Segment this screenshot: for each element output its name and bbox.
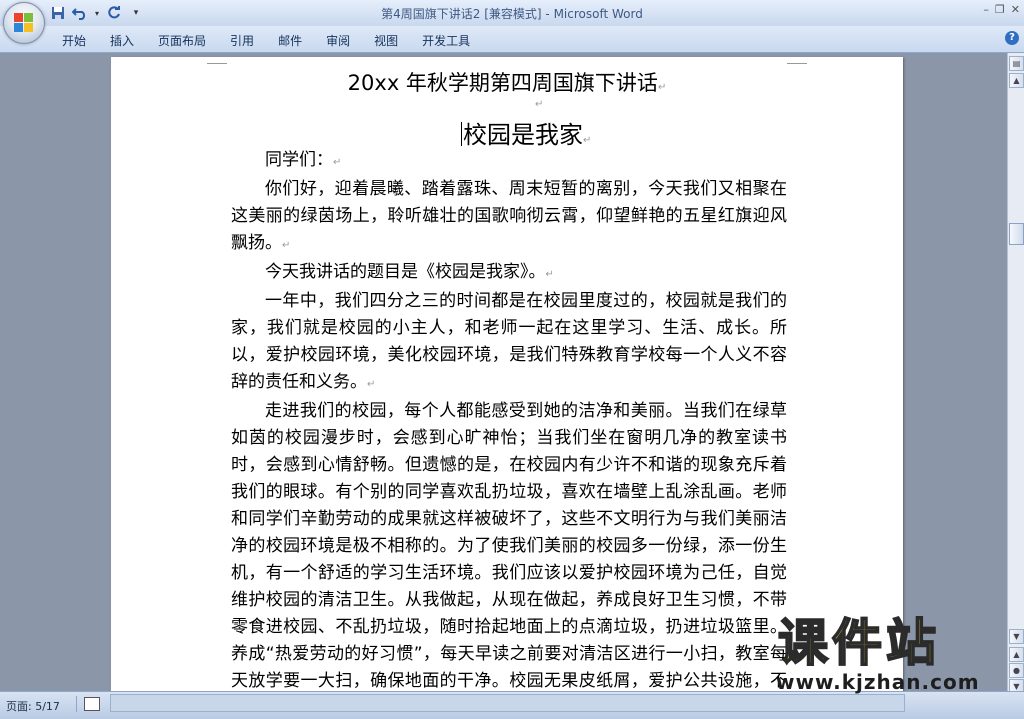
status-divider <box>76 696 77 712</box>
scroll-thumb[interactable] <box>1009 223 1024 245</box>
page-count[interactable]: 页面: 5/17 <box>6 698 60 714</box>
scroll-up-icon[interactable]: ▲ <box>1009 73 1024 88</box>
paragraph: 你们好，迎着晨曦、踏着露珠、周末短暂的离别，今天我们又相聚在这美丽的绿茵场上，聆… <box>231 176 787 259</box>
scroll-down-icon[interactable]: ▼ <box>1009 629 1024 644</box>
tab-view[interactable]: 视图 <box>362 32 410 49</box>
paragraph: 走进我们的校园，每个人都能感受到她的洁净和美丽。当我们在绿草如茵的校园漫步时，会… <box>231 398 787 691</box>
tab-references[interactable]: 引用 <box>218 32 266 49</box>
horizontal-scrollbar[interactable] <box>110 694 905 712</box>
title-bar: ▾ ▾ 第4周国旗下讲话2 [兼容模式] - Microsoft Word – … <box>0 0 1024 44</box>
document-title-text: 20xx 年秋学期第四周国旗下讲话 <box>347 71 658 95</box>
restore-icon[interactable]: ❐ <box>995 3 1005 16</box>
document-area: 20xx 年秋学期第四周国旗下讲话↵ ↵ 校园是我家↵ 同学们：↵ 你们好，迎着… <box>0 53 1007 691</box>
status-bar: 页面: 5/17 <box>0 691 1024 719</box>
tab-list: 开始 插入 页面布局 引用 邮件 审阅 视图 开发工具 <box>50 32 482 49</box>
document-body: 同学们：↵ 你们好，迎着晨曦、踏着露珠、周末短暂的离别，今天我们又相聚在这美丽的… <box>231 147 787 691</box>
tab-developer[interactable]: 开发工具 <box>410 32 482 49</box>
office-logo-icon <box>14 13 34 33</box>
vertical-scrollbar[interactable]: ▤ ▲ ▼ ▲ ● ▼ <box>1007 53 1024 694</box>
watermark-url: www.kjzhan.com <box>776 670 980 694</box>
ruler-toggle-icon[interactable]: ▤ <box>1009 56 1024 71</box>
tab-home[interactable]: 开始 <box>50 32 98 49</box>
paragraph: 同学们：↵ <box>231 147 787 176</box>
help-icon[interactable]: ? <box>1005 31 1019 45</box>
tab-insert[interactable]: 插入 <box>98 32 146 49</box>
document-subtitle-text: 校园是我家 <box>463 121 583 149</box>
paragraph-mark: ↵ <box>583 135 592 146</box>
paragraph-mark: ↵ <box>657 82 667 93</box>
paragraph-mark: ↵ <box>367 379 376 390</box>
paragraph-mark: ↵ <box>545 269 554 280</box>
ribbon-tabs: 开始 插入 页面布局 引用 邮件 审阅 视图 开发工具 ? <box>0 26 1024 53</box>
previous-page-icon[interactable]: ▲ <box>1009 647 1024 662</box>
paragraph-text: 同学们： <box>265 150 333 170</box>
paragraph-text: 今天我讲话的题目是《校园是我家》。 <box>265 262 546 282</box>
paragraph: 今天我讲话的题目是《校园是我家》。↵ <box>231 259 787 288</box>
document-page[interactable]: 20xx 年秋学期第四周国旗下讲话↵ ↵ 校园是我家↵ 同学们：↵ 你们好，迎着… <box>111 57 903 691</box>
window-title: 第4周国旗下讲话2 [兼容模式] - Microsoft Word <box>381 7 643 21</box>
watermark-logo-text: 课件站 <box>777 613 940 673</box>
tab-review[interactable]: 审阅 <box>314 32 362 49</box>
office-button[interactable] <box>3 2 45 44</box>
browse-object-icon[interactable]: ● <box>1009 663 1024 678</box>
watermark: 课件站 www.kjzhan.com <box>770 613 1010 694</box>
tab-mailings[interactable]: 邮件 <box>266 32 314 49</box>
document-title: 20xx 年秋学期第四周国旗下讲话↵ <box>111 67 903 97</box>
paragraph: 一年中，我们四分之三的时间都是在校园里度过的，校园就是我们的家，我们就是校园的小… <box>231 288 787 398</box>
proofing-icon[interactable] <box>84 697 100 711</box>
window-controls: – ❐ ✕ <box>983 3 1020 16</box>
paragraph-mark: ↵ <box>535 99 544 110</box>
close-icon[interactable]: ✕ <box>1011 3 1020 16</box>
paragraph-mark: ↵ <box>333 157 342 168</box>
page-corner-mark <box>207 53 227 64</box>
tab-page-layout[interactable]: 页面布局 <box>146 32 218 49</box>
document-subtitle: 校园是我家↵ <box>461 115 591 150</box>
paragraph-text: 走进我们的校园，每个人都能感受到她的洁净和美丽。当我们在绿草如茵的校园漫步时，会… <box>231 401 787 691</box>
paragraph-text: 你们好，迎着晨曦、踏着露珠、周末短暂的离别，今天我们又相聚在这美丽的绿茵场上，聆… <box>231 179 787 253</box>
minimize-icon[interactable]: – <box>983 3 989 16</box>
text-cursor <box>461 122 462 146</box>
paragraph-mark: ↵ <box>282 240 291 251</box>
page-corner-mark <box>787 53 807 64</box>
paragraph-text: 一年中，我们四分之三的时间都是在校园里度过的，校园就是我们的家，我们就是校园的小… <box>231 291 787 392</box>
